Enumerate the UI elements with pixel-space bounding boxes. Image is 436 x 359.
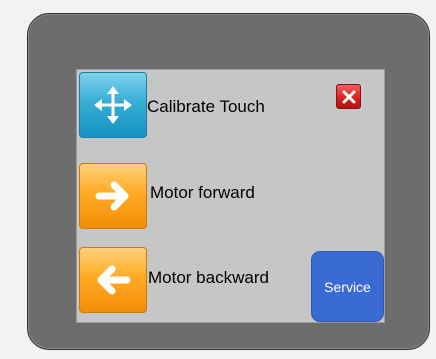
motor-backward-label: Motor backward: [148, 268, 269, 287]
calibrate-touch-button[interactable]: [79, 72, 147, 138]
calibrate-touch-label: Calibrate Touch: [147, 97, 265, 116]
motor-forward-button[interactable]: [79, 163, 147, 229]
service-button[interactable]: Service: [311, 251, 384, 322]
close-icon: [342, 90, 355, 103]
arrow-left-icon: [97, 265, 131, 295]
move-arrows-icon: [94, 86, 132, 124]
touch-screen: Calibrate Touch Motor forward Motor back…: [76, 69, 385, 323]
arrow-right-icon: [95, 181, 129, 211]
close-button[interactable]: [336, 84, 361, 109]
motor-forward-label: Motor forward: [150, 183, 255, 202]
motor-backward-button[interactable]: [79, 247, 147, 313]
